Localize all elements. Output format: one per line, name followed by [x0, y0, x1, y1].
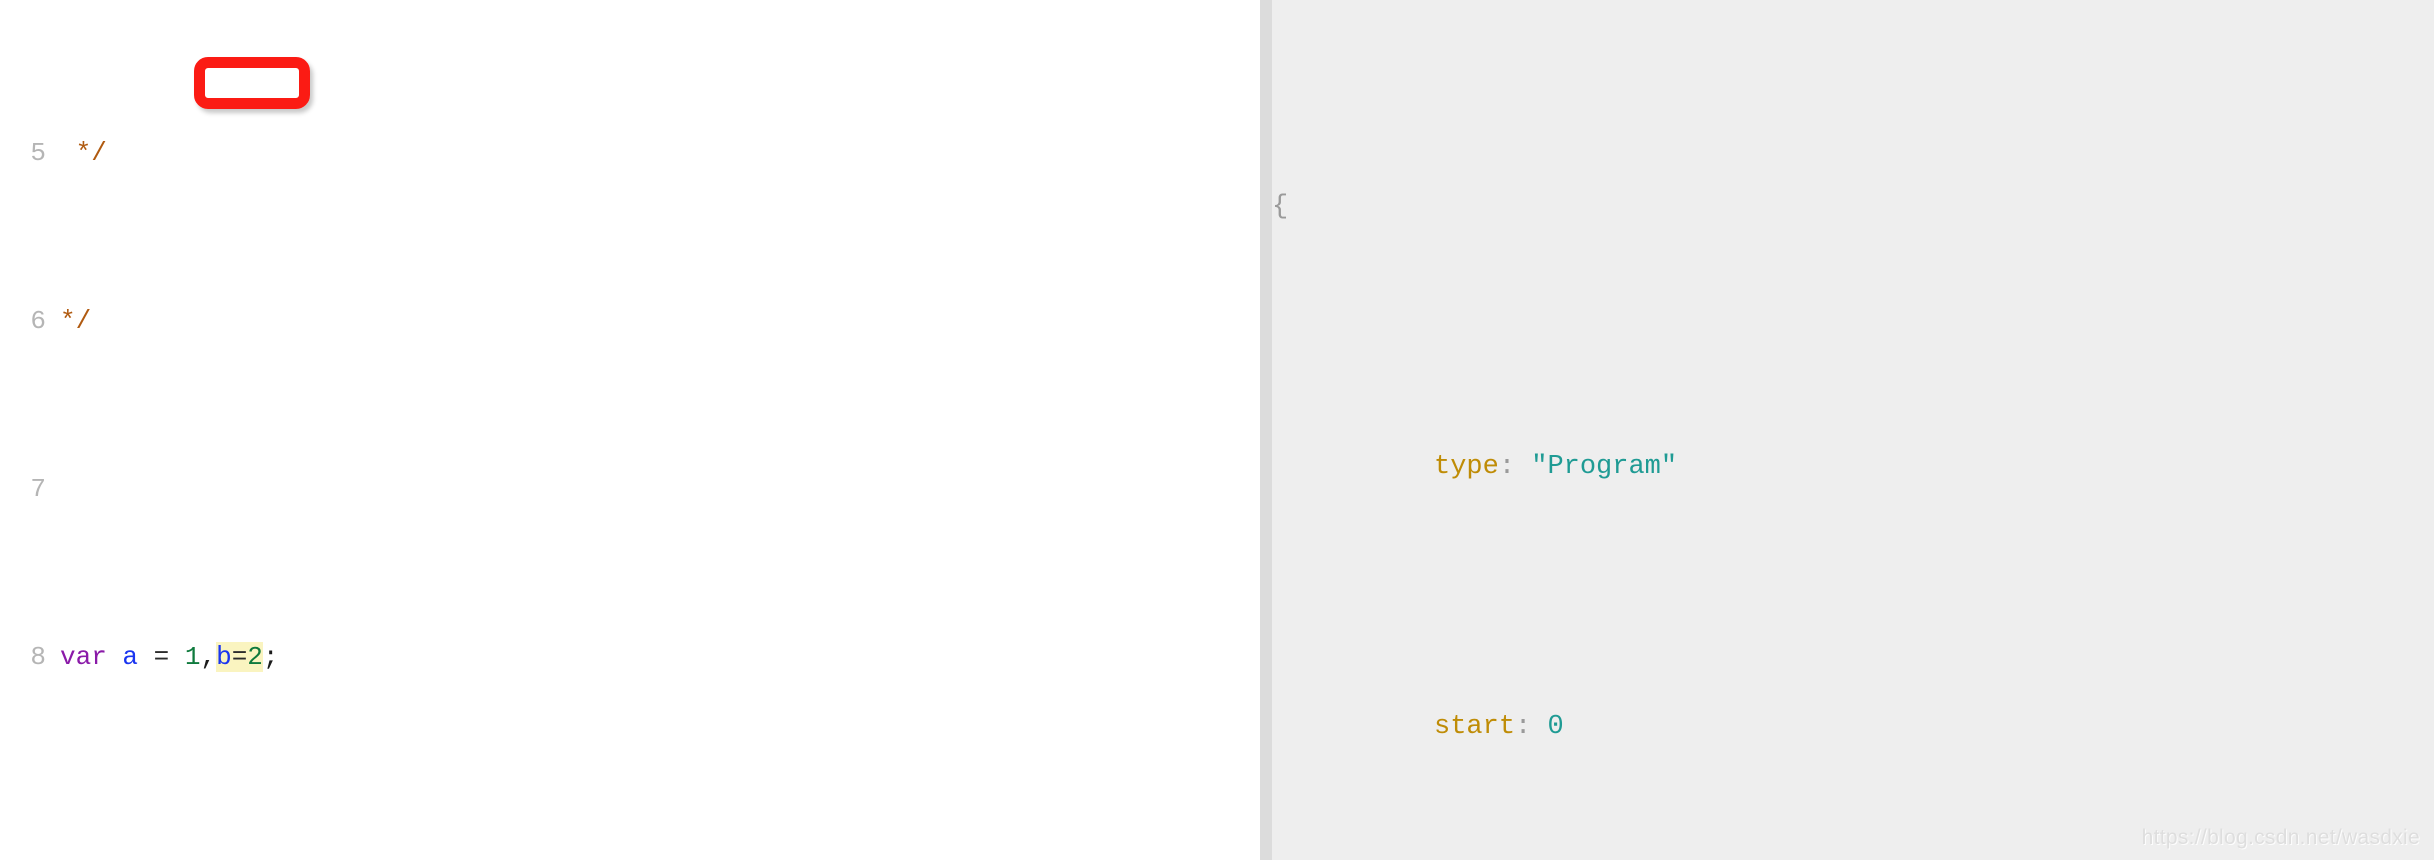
token-comma: ,: [200, 642, 217, 672]
code-editor-pane[interactable]: 5 */ 6 */ 7 8 var a = 1,b=2;: [0, 0, 1260, 860]
code-comment-close: */: [60, 306, 92, 336]
token-assign-2: =: [231, 642, 248, 672]
code-line-6[interactable]: 6 */: [0, 300, 1260, 342]
ast-row-start-0[interactable]: start: 0: [1272, 701, 2434, 753]
ast-row-root-open: {: [1272, 181, 2434, 233]
token-assign-1: =: [153, 642, 170, 672]
line-number-7: 7: [30, 474, 46, 504]
token-space-3: [169, 642, 185, 672]
token-identifier-b: b: [216, 642, 232, 672]
ast-key-start: start: [1434, 712, 1516, 742]
code-line-5[interactable]: 5 */: [0, 132, 1260, 174]
code-line-5-comment: */: [60, 138, 107, 168]
ast-colon: :: [1498, 452, 1516, 482]
ast-colon: :: [1515, 712, 1532, 742]
token-semicolon: ;: [262, 642, 279, 672]
pane-divider[interactable]: [1260, 0, 1272, 860]
ast-value-start-0: 0: [1547, 712, 1564, 742]
ast-line-list[interactable]: { type: "Program" start: 0 end: 193 − bo…: [1272, 0, 2434, 860]
selected-code-fragment[interactable]: b=2: [216, 642, 263, 672]
line-number-5: 5: [30, 138, 46, 168]
ast-key-type: type: [1434, 452, 1499, 482]
token-space-2: [138, 642, 154, 672]
token-identifier-a: a: [122, 642, 139, 672]
code-line-8[interactable]: 8 var a = 1,b=2;: [0, 636, 1260, 678]
ast-explorer-window: 5 */ 6 */ 7 8 var a = 1,b=2; { type: "Prog…: [0, 0, 2434, 860]
ast-row-type-program[interactable]: type: "Program": [1272, 441, 2434, 493]
code-line-list[interactable]: 5 */ 6 */ 7 8 var a = 1,b=2;: [0, 0, 1260, 804]
root-open-brace: {: [1272, 192, 1289, 222]
token-number-2: 2: [247, 642, 263, 672]
ast-viewer-pane[interactable]: { type: "Program" start: 0 end: 193 − bo…: [1272, 0, 2434, 860]
watermark: https://blog.csdn.net/wasdxie: [2141, 826, 2420, 849]
ast-value-type-program: "Program": [1531, 452, 1678, 482]
token-keyword-var: var: [60, 642, 107, 672]
token-number-1: 1: [184, 642, 201, 672]
line-number-6: 6: [30, 306, 46, 336]
line-number-8: 8: [30, 642, 46, 672]
token-space-1: [107, 642, 123, 672]
code-line-7[interactable]: 7: [0, 468, 1260, 510]
